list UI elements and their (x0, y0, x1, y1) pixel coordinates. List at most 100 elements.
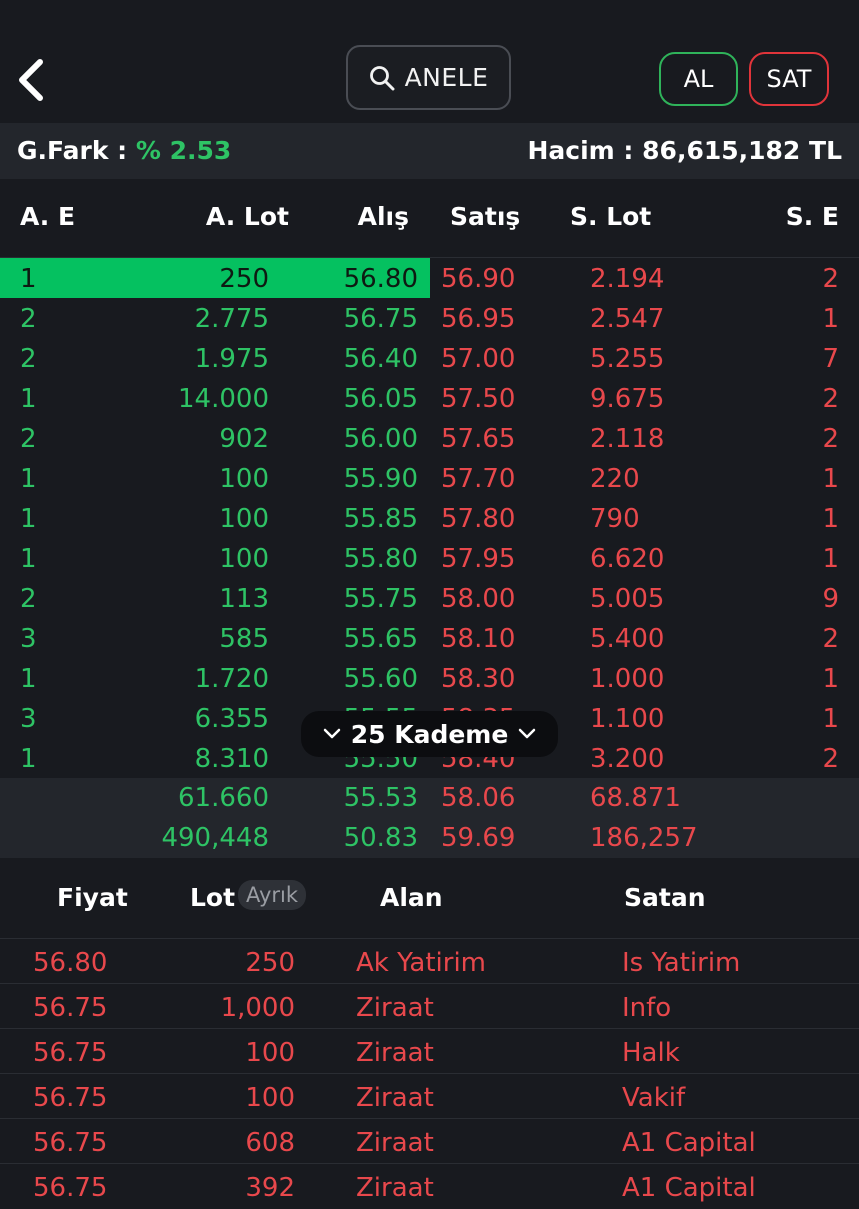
bid-price: 55.60 (343, 664, 418, 694)
orderbook-summary: 61.660 55.53 58.06 68.871 490,448 50.83 … (0, 778, 859, 858)
ask-orders: 2 (822, 424, 839, 454)
bid-orders: 1 (20, 504, 37, 534)
trades-list: 56.80 250 Ak Yatirim Is Yatirim 56.75 1,… (0, 938, 859, 1203)
bid-price: 56.05 (343, 384, 418, 414)
bid-orders: 1 (20, 384, 37, 414)
trade-row: 56.75 100 Ziraat Halk (0, 1028, 859, 1074)
trade-row: 56.75 1,000 Ziraat Info (0, 983, 859, 1029)
ask-price: 57.70 (441, 464, 516, 494)
avg-bid-price: 50.83 (343, 823, 418, 853)
trade-buyer: Ziraat (356, 1173, 434, 1203)
orderbook-row[interactable]: 1 100 55.80 57.95 6.620 1 (0, 538, 859, 578)
summary-row: 490,448 50.83 59.69 186,257 (0, 818, 859, 858)
col-alis-emir: A. E (20, 202, 76, 231)
orderbook-row[interactable]: 1 250 56.80 56.90 2.194 2 (0, 258, 859, 298)
bid-orders: 2 (20, 584, 37, 614)
ask-lot: 6.620 (590, 544, 665, 574)
ask-lot: 3.200 (590, 744, 665, 774)
ask-orders: 9 (822, 584, 839, 614)
hacim-label: Hacim : (527, 136, 634, 165)
avg-ask-price: 58.06 (441, 783, 516, 813)
orderbook-header: A. E A. Lot Alış Satış S. Lot S. E (0, 179, 859, 258)
trade-seller: Halk (622, 1038, 680, 1068)
ask-price: 56.90 (441, 264, 516, 294)
bid-price: 55.75 (343, 584, 418, 614)
total-ask-lot: 186,257 (590, 823, 698, 853)
bid-lot: 1.975 (194, 344, 269, 374)
trade-price: 56.75 (33, 993, 108, 1023)
ask-lot: 5.255 (590, 344, 665, 374)
chevron-down-icon (519, 728, 536, 739)
orderbook-row[interactable]: 2 2.775 56.75 56.95 2.547 1 (0, 298, 859, 338)
bid-price: 55.65 (343, 624, 418, 654)
total-ask-lot: 68.871 (590, 783, 681, 813)
trade-lot: 392 (245, 1173, 295, 1203)
ask-orders: 1 (822, 544, 839, 574)
orderbook-body: 1 250 56.80 56.90 2.194 2 2 2.775 56.75 … (0, 258, 859, 778)
avg-bid-price: 55.53 (343, 783, 418, 813)
daily-change: G.Fark : % 2.53 (17, 136, 231, 165)
ask-lot: 220 (590, 464, 640, 494)
bid-orders: 1 (20, 464, 37, 494)
trade-seller: A1 Capital (622, 1128, 756, 1158)
col-satis-lot: S. Lot (570, 202, 652, 231)
col-lot: Lot (190, 883, 236, 912)
orderbook-row[interactable]: 3 585 55.65 58.10 5.400 2 (0, 618, 859, 658)
trade-seller: A1 Capital (622, 1173, 756, 1203)
ask-price: 58.30 (441, 664, 516, 694)
ask-lot: 5.400 (590, 624, 665, 654)
bid-lot: 6.355 (194, 704, 269, 734)
orderbook-row[interactable]: 1 100 55.90 57.70 220 1 (0, 458, 859, 498)
ask-orders: 1 (822, 664, 839, 694)
trade-lot: 100 (245, 1083, 295, 1113)
symbol-label: ANELE (404, 63, 489, 92)
trade-lot: 250 (245, 948, 295, 978)
trade-price: 56.75 (33, 1173, 108, 1203)
orderbook-row[interactable]: 1 14.000 56.05 57.50 9.675 2 (0, 378, 859, 418)
depth-selector-button[interactable]: 25 Kademe (301, 711, 558, 757)
bid-lot: 585 (219, 624, 269, 654)
orderbook-row[interactable]: 2 902 56.00 57.65 2.118 2 (0, 418, 859, 458)
info-bar: G.Fark : % 2.53 Hacim : 86,615,182 TL (0, 123, 859, 179)
trade-buyer: Ziraat (356, 993, 434, 1023)
bid-lot: 2.775 (194, 304, 269, 334)
split-toggle[interactable]: Ayrık (238, 880, 306, 910)
ask-lot: 790 (590, 504, 640, 534)
ask-price: 57.65 (441, 424, 516, 454)
trade-seller: Info (622, 993, 672, 1023)
symbol-search-button[interactable]: ANELE (346, 45, 511, 110)
orderbook-row[interactable]: 2 1.975 56.40 57.00 5.255 7 (0, 338, 859, 378)
ask-lot: 2.547 (590, 304, 665, 334)
ask-orders: 2 (822, 264, 839, 294)
bid-price: 55.80 (343, 544, 418, 574)
trade-row: 56.75 100 Ziraat Vakif (0, 1073, 859, 1119)
orderbook-row[interactable]: 2 113 55.75 58.00 5.005 9 (0, 578, 859, 618)
trade-lot: 1,000 (220, 993, 295, 1023)
sell-button[interactable]: SAT (749, 52, 829, 106)
col-satis-emir: S. E (785, 202, 839, 231)
bid-lot: 100 (219, 464, 269, 494)
bid-orders: 2 (20, 424, 37, 454)
back-button[interactable] (14, 58, 54, 102)
trade-row: 56.75 392 Ziraat A1 Capital (0, 1163, 859, 1209)
bid-price: 56.00 (343, 424, 418, 454)
bid-lot: 100 (219, 544, 269, 574)
bid-price: 55.90 (343, 464, 418, 494)
ask-lot: 1.100 (590, 704, 665, 734)
trade-buyer: Ziraat (356, 1038, 434, 1068)
orderbook-row[interactable]: 1 1.720 55.60 58.30 1.000 1 (0, 658, 859, 698)
col-alis-lot: A. Lot (205, 202, 289, 231)
bid-orders: 1 (20, 744, 37, 774)
orderbook-row[interactable]: 1 100 55.85 57.80 790 1 (0, 498, 859, 538)
bid-lot: 250 (219, 264, 269, 294)
bid-orders: 3 (20, 624, 37, 654)
gfark-label: G.Fark : (17, 136, 128, 165)
ask-orders: 2 (822, 384, 839, 414)
buy-button[interactable]: AL (659, 52, 738, 106)
trade-lot: 608 (245, 1128, 295, 1158)
ask-orders: 1 (822, 464, 839, 494)
bid-orders: 1 (20, 544, 37, 574)
chevron-left-icon (19, 59, 43, 101)
ask-orders: 7 (822, 344, 839, 374)
col-satan: Satan (624, 883, 706, 912)
